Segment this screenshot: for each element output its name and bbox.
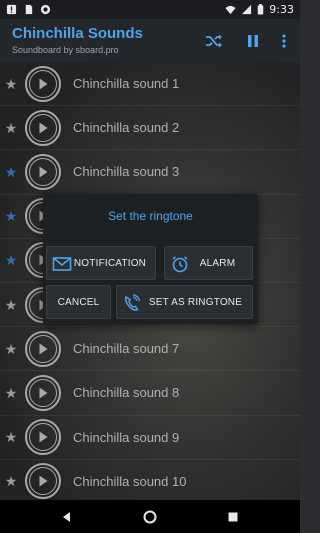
back-icon[interactable] — [59, 509, 75, 525]
app-title: Chinchilla Sounds — [12, 25, 143, 42]
pause-button[interactable] — [240, 28, 266, 54]
cancel-label: CANCEL — [57, 296, 100, 308]
wifi-icon — [225, 5, 236, 15]
alarm-label: ALARM — [199, 257, 236, 269]
set-ringtone-label: SET AS RINGTONE — [148, 296, 243, 308]
pause-icon — [248, 35, 258, 47]
dialog-title: Set the ringtone — [108, 209, 193, 223]
battery-icon — [258, 4, 264, 15]
app-subtitle: Soundboard by sboard.pro — [12, 45, 119, 55]
more-options-button[interactable] — [271, 28, 297, 54]
status-bar: 9:33 — [0, 0, 300, 19]
alert-icon — [6, 4, 17, 15]
recents-icon[interactable] — [225, 509, 241, 525]
more-vert-icon — [282, 34, 286, 48]
app-bar: Chinchilla Sounds Soundboard by sboard.p… — [0, 19, 300, 62]
shuffle-button[interactable] — [201, 28, 227, 54]
notification-button[interactable]: NOTIFICATION — [46, 246, 156, 280]
alarm-button[interactable]: ALARM — [164, 246, 253, 280]
sd-card-icon — [25, 4, 33, 15]
set-ringtone-button[interactable]: SET AS RINGTONE — [116, 285, 253, 319]
home-icon[interactable] — [142, 509, 158, 525]
notification-label: NOTIFICATION — [73, 257, 147, 269]
circle-app-icon — [40, 4, 51, 15]
shuffle-icon — [206, 34, 222, 48]
ringtone-dialog: Set the ringtone NOTIFICATION ALARM CANC… — [43, 194, 258, 324]
navigation-bar — [0, 500, 300, 533]
signal-icon — [242, 4, 252, 15]
status-time: 9:33 — [269, 3, 294, 16]
cancel-button[interactable]: CANCEL — [46, 285, 111, 319]
